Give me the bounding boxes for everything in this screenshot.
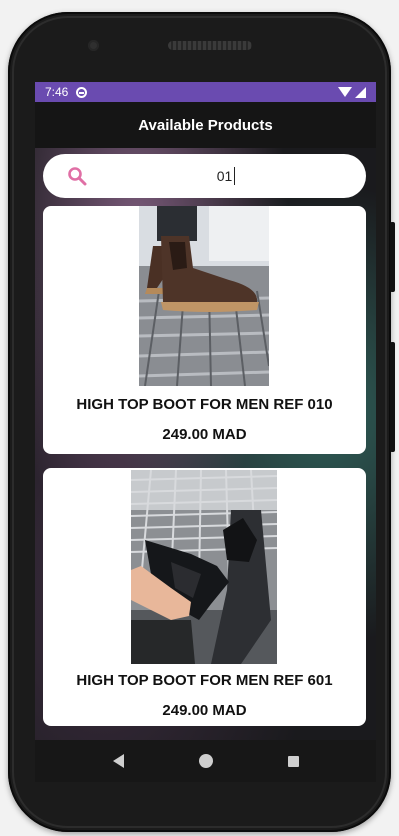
text-caret — [234, 167, 235, 185]
earpiece-speaker — [168, 41, 252, 50]
page-title: Available Products — [138, 116, 273, 134]
recents-icon[interactable] — [287, 755, 299, 767]
app-bar: Available Products — [35, 102, 376, 148]
product-price: 249.00 MAD — [162, 702, 247, 719]
app-screen: 7:46 Available Products 01 HIGH TOP BOOT… — [35, 82, 376, 740]
front-camera — [88, 40, 99, 51]
wifi-icon — [338, 87, 352, 97]
product-card[interactable]: HIGH TOP BOOT FOR MEN REF 601 249.00 MAD — [43, 468, 366, 726]
system-nav-bar — [35, 740, 376, 782]
status-icons — [338, 86, 366, 98]
back-icon[interactable] — [112, 754, 124, 768]
product-image[interactable] — [131, 470, 277, 664]
sync-icon — [76, 86, 88, 98]
search-bar[interactable] — [43, 154, 366, 198]
product-price: 249.00 MAD — [162, 426, 247, 443]
product-image[interactable] — [139, 206, 269, 386]
status-time: 7:46 — [45, 85, 69, 99]
search-icon[interactable] — [67, 166, 87, 186]
power-button — [390, 342, 395, 452]
volume-button — [390, 222, 395, 292]
search-input[interactable] — [103, 164, 346, 188]
product-name: HIGH TOP BOOT FOR MEN REF 601 — [76, 672, 333, 689]
product-card[interactable]: HIGH TOP BOOT FOR MEN REF 010 249.00 MAD — [43, 206, 366, 454]
status-bar: 7:46 — [35, 82, 376, 102]
home-icon[interactable] — [198, 754, 213, 768]
product-name: HIGH TOP BOOT FOR MEN REF 010 — [76, 396, 333, 413]
cell-signal-icon — [355, 86, 366, 98]
product-list[interactable]: HIGH TOP BOOT FOR MEN REF 010 249.00 MAD — [35, 148, 376, 740]
